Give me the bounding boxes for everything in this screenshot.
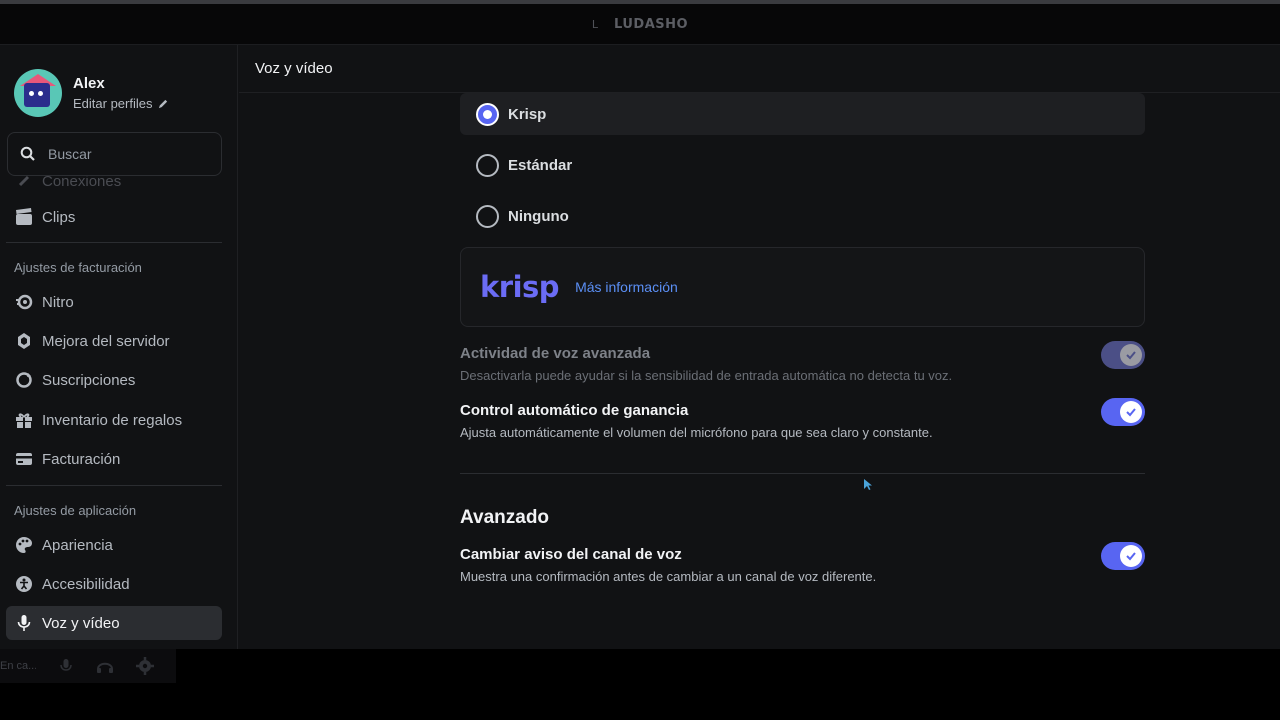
clapperboard-icon (14, 207, 34, 227)
server-boost-icon (14, 331, 34, 351)
sidebar-item-label: Suscripciones (42, 371, 136, 389)
radio-label: Ninguno (508, 207, 569, 225)
credit-card-icon (14, 449, 34, 469)
setting-auto-gain-control: Control automático de ganancia Ajusta au… (460, 398, 1145, 440)
radio-button-selected[interactable] (476, 102, 499, 126)
checkmark-icon (1126, 552, 1136, 561)
section-divider (460, 473, 1145, 474)
checkmark-icon (1126, 351, 1136, 360)
title-bar: L LUDASHO (0, 4, 1280, 44)
billing-settings-header: Ajustes de facturación (14, 260, 142, 275)
window-title: LUDASHO (614, 16, 689, 32)
bottom-area: En ca... (0, 649, 1280, 720)
noise-option-krisp[interactable]: Krisp (460, 93, 1145, 135)
setting-advanced-voice-activity: Actividad de voz avanzada Desactivarla p… (460, 341, 1145, 383)
edit-profiles-link[interactable]: Editar perfiles (73, 96, 169, 111)
voice-channel-switch-toggle[interactable] (1101, 542, 1145, 570)
profile-card[interactable]: Alex Editar perfiles (14, 69, 169, 117)
app-settings-header: Ajustes de aplicación (14, 503, 137, 518)
sidebar-item-nitro[interactable]: Nitro (6, 285, 222, 319)
sidebar-item-gift-inventory[interactable]: Inventario de regalos (6, 403, 222, 437)
more-info-link[interactable]: Más información (575, 279, 678, 295)
sidebar-item-appearance[interactable]: Apariencia (6, 528, 222, 562)
app-logo: L (591, 17, 599, 31)
krisp-logo: krisp (480, 270, 560, 304)
subscriptions-icon (14, 370, 34, 390)
sidebar-item-voice-video[interactable]: Voz y vídeo (6, 606, 222, 640)
profile-name: Alex (73, 75, 105, 92)
gift-icon (14, 410, 34, 430)
radio-button[interactable] (476, 204, 499, 228)
user-panel: En ca... (0, 649, 176, 683)
setting-description: Ajusta automáticamente el volumen del mi… (460, 425, 933, 440)
user-status-text: En ca... (0, 660, 36, 672)
pencil-icon (159, 99, 168, 109)
sidebar-item-label: Inventario de regalos (42, 411, 183, 429)
radio-button[interactable] (476, 153, 499, 177)
advanced-voice-activity-toggle[interactable] (1101, 341, 1145, 369)
sidebar-divider (6, 242, 222, 243)
content-header: Voz y vídeo (239, 45, 1280, 93)
advanced-section-title: Avanzado (460, 507, 550, 528)
page-title: Voz y vídeo (255, 60, 333, 77)
auto-gain-control-toggle[interactable] (1101, 398, 1145, 426)
sidebar-item-subscriptions[interactable]: Suscripciones (6, 363, 222, 397)
radio-label: Estándar (508, 156, 573, 174)
search-input[interactable]: Buscar (7, 132, 222, 176)
accessibility-icon (14, 574, 34, 594)
setting-title: Actividad de voz avanzada (460, 345, 651, 362)
sidebar-item-label: Apariencia (42, 536, 113, 554)
sidebar-item-label: Accesibilidad (42, 575, 130, 593)
microphone-icon[interactable] (58, 658, 74, 674)
microphone-icon (14, 613, 34, 633)
sidebar-item-clips[interactable]: Clips (6, 200, 222, 234)
headphones-icon[interactable] (96, 658, 114, 674)
setting-title: Cambiar aviso del canal de voz (460, 546, 682, 563)
krisp-info-card: krisp Más información (460, 247, 1145, 327)
sidebar-item-accessibility[interactable]: Accesibilidad (6, 567, 222, 601)
search-icon (20, 146, 35, 161)
sidebar-item-label: Nitro (42, 293, 74, 311)
settings-window: Alex Editar perfiles Conexiones Buscar C… (0, 44, 1280, 649)
setting-voice-channel-switch-prompt: Cambiar aviso del canal de voz Muestra u… (460, 542, 1145, 584)
sidebar-item-label: Clips (42, 208, 76, 226)
radio-label: Krisp (508, 105, 547, 123)
avatar[interactable] (14, 69, 62, 117)
search-placeholder: Buscar (48, 146, 92, 162)
nitro-icon (14, 292, 34, 312)
sidebar-item-label: Mejora del servidor (42, 332, 170, 350)
mouse-cursor-icon (864, 479, 872, 490)
sidebar-item-billing[interactable]: Facturación (6, 442, 222, 476)
setting-description: Muestra una confirmación antes de cambia… (460, 569, 877, 584)
checkmark-icon (1126, 408, 1136, 417)
sidebar-item-server-boost[interactable]: Mejora del servidor (6, 324, 222, 358)
sidebar-item-label: Voz y vídeo (42, 614, 120, 632)
palette-icon (14, 535, 34, 555)
noise-option-standard[interactable]: Estándar (460, 144, 1145, 186)
noise-option-none[interactable]: Ninguno (460, 195, 1145, 237)
setting-title: Control automático de ganancia (460, 402, 689, 419)
sidebar-divider (6, 485, 222, 486)
edit-profiles-label: Editar perfiles (73, 96, 153, 111)
setting-description: Desactivarla puede ayudar si la sensibil… (460, 368, 953, 383)
settings-sidebar: Alex Editar perfiles Conexiones Buscar C… (0, 45, 238, 649)
sidebar-item-label: Facturación (42, 450, 121, 468)
gear-icon[interactable] (136, 657, 154, 675)
